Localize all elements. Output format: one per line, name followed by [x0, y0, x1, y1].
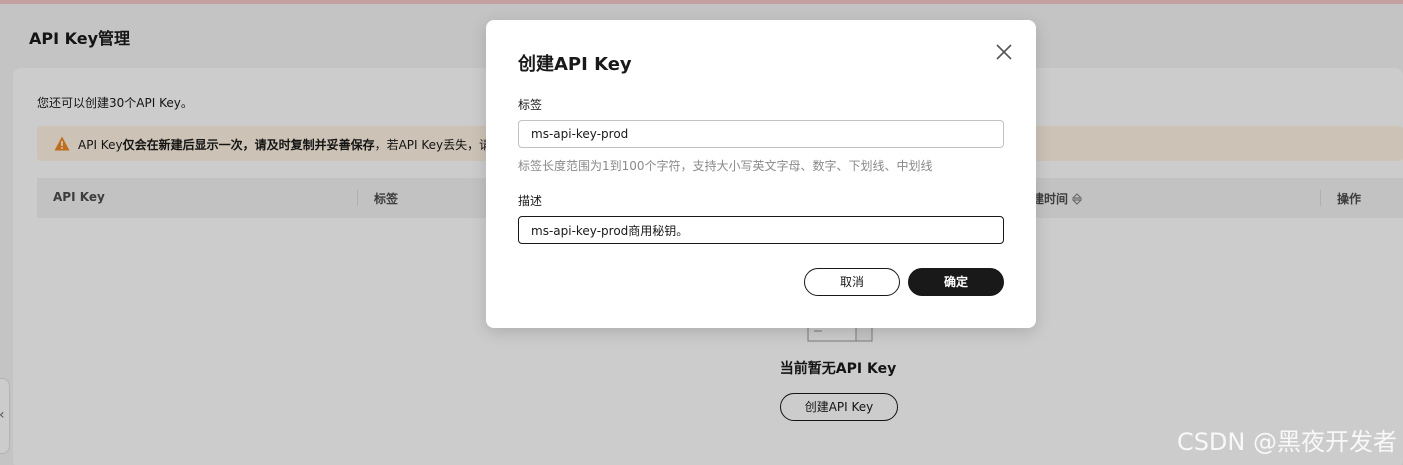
label-field-hint: 标签长度范围为1到100个字符，支持大小写英文字母、数字、下划线、中划线	[518, 159, 933, 173]
description-input[interactable]	[518, 216, 1004, 244]
watermark: CSDN @黑夜开发者	[1176, 428, 1397, 456]
create-api-key-dialog: 创建API Key 标签 标签长度范围为1到100个字符，支持大小写英文字母、数…	[486, 20, 1036, 328]
description-field-label: 描述	[518, 194, 543, 208]
close-icon[interactable]	[994, 42, 1014, 62]
cancel-button[interactable]: 取消	[804, 268, 900, 296]
label-field-label: 标签	[518, 98, 543, 112]
confirm-button[interactable]: 确定	[908, 268, 1004, 296]
page: API Key管理 您还可以创建30个API Key。 API Key仅会在新建…	[0, 0, 1403, 465]
label-input[interactable]	[518, 120, 1004, 148]
dialog-title: 创建API Key	[518, 54, 632, 75]
